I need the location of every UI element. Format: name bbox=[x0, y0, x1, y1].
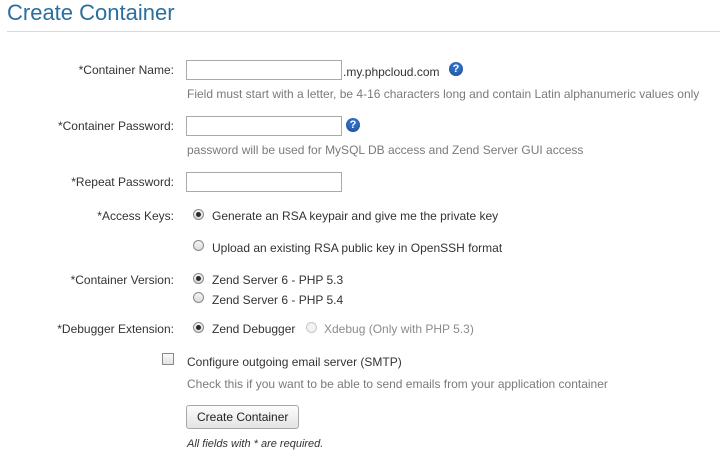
repeat-password-label: *Repeat Password: bbox=[71, 175, 174, 189]
debugger-option-zend[interactable]: Zend Debugger bbox=[212, 322, 295, 336]
container-password-hint: password will be used for MySQL DB acces… bbox=[187, 143, 584, 157]
container-version-option-php54[interactable]: Zend Server 6 - PHP 5.4 bbox=[212, 293, 343, 307]
container-version-radio-php53[interactable] bbox=[193, 273, 204, 284]
container-password-label: *Container Password: bbox=[57, 119, 174, 133]
access-keys-radio-generate[interactable] bbox=[193, 209, 204, 220]
question-mark-icon[interactable]: ? bbox=[346, 118, 360, 132]
repeat-password-input[interactable] bbox=[186, 172, 342, 192]
container-name-hint: Field must start with a letter, be 4-16 … bbox=[187, 87, 700, 101]
debugger-radio-zend[interactable] bbox=[193, 322, 204, 333]
create-container-button[interactable]: Create Container bbox=[186, 405, 300, 429]
container-name-label: *Container Name: bbox=[78, 63, 174, 77]
smtp-checkbox[interactable] bbox=[162, 353, 174, 365]
debugger-extension-label: *Debugger Extension: bbox=[57, 322, 174, 336]
container-version-option-php53[interactable]: Zend Server 6 - PHP 5.3 bbox=[212, 273, 343, 287]
access-keys-option-generate[interactable]: Generate an RSA keypair and give me the … bbox=[212, 209, 498, 223]
access-keys-radio-upload[interactable] bbox=[193, 240, 204, 251]
debugger-option-xdebug: Xdebug (Only with PHP 5.3) bbox=[324, 322, 474, 336]
container-version-label: *Container Version: bbox=[70, 273, 174, 287]
domain-suffix: .my.phpcloud.com bbox=[343, 65, 440, 79]
access-keys-option-upload[interactable]: Upload an existing RSA public key in Ope… bbox=[212, 241, 502, 255]
access-keys-label: *Access Keys: bbox=[97, 209, 174, 223]
title-divider bbox=[7, 31, 720, 32]
page-title: Create Container bbox=[7, 0, 175, 25]
container-version-radio-php54[interactable] bbox=[193, 292, 204, 303]
question-mark-icon[interactable]: ? bbox=[449, 62, 463, 76]
smtp-hint: Check this if you want to be able to sen… bbox=[187, 377, 608, 391]
debugger-radio-xdebug bbox=[306, 322, 317, 333]
smtp-label[interactable]: Configure outgoing email server (SMTP) bbox=[187, 355, 402, 369]
container-password-input[interactable] bbox=[186, 116, 342, 136]
container-name-input[interactable] bbox=[186, 60, 342, 80]
required-fields-note: All fields with * are required. bbox=[187, 438, 324, 450]
